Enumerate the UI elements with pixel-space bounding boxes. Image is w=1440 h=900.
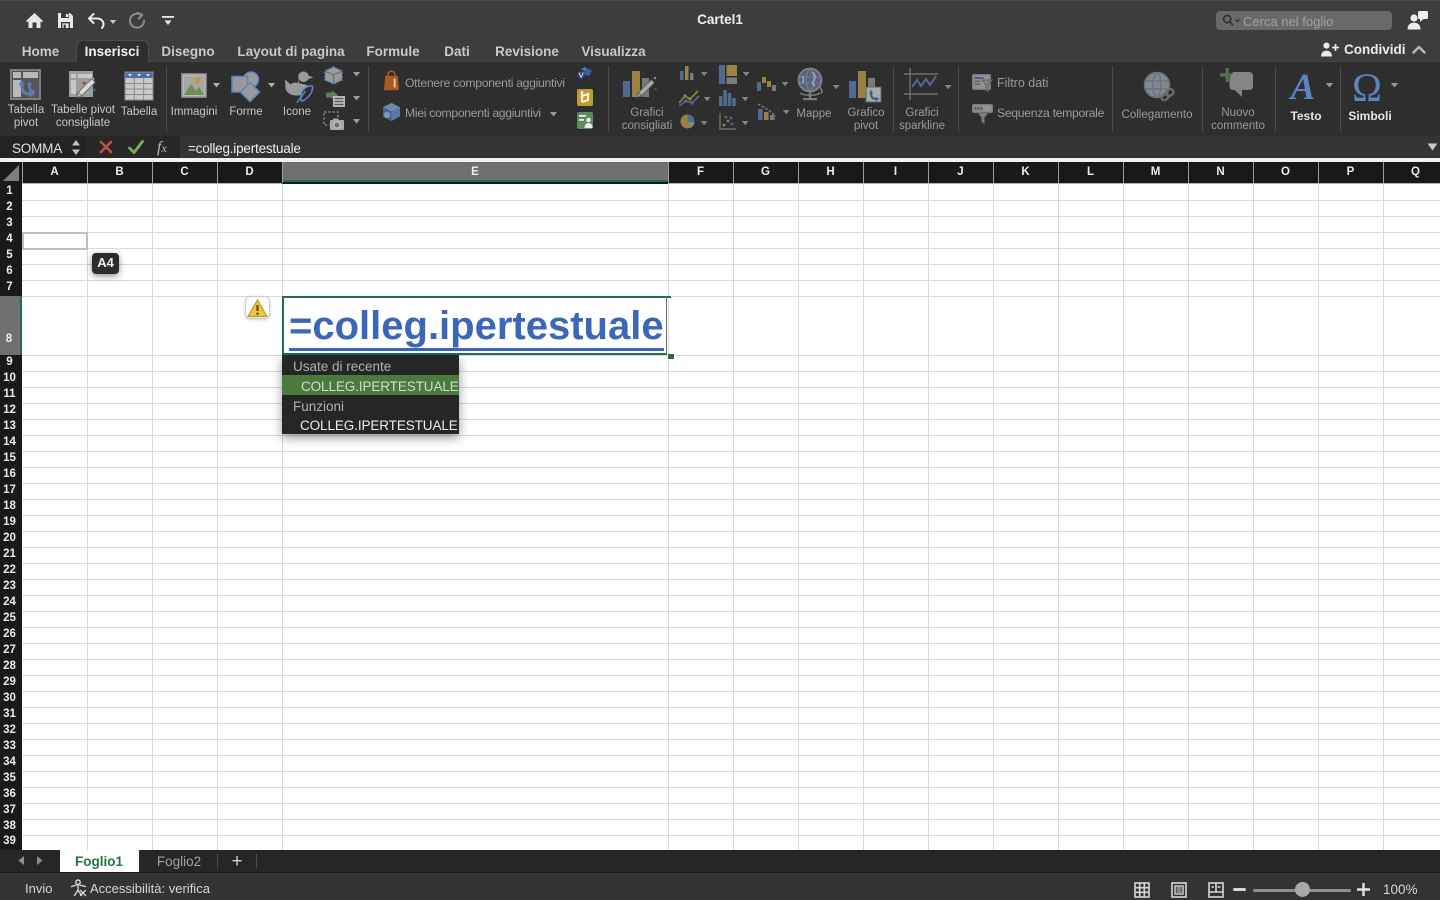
svg-text:V: V <box>579 71 584 80</box>
